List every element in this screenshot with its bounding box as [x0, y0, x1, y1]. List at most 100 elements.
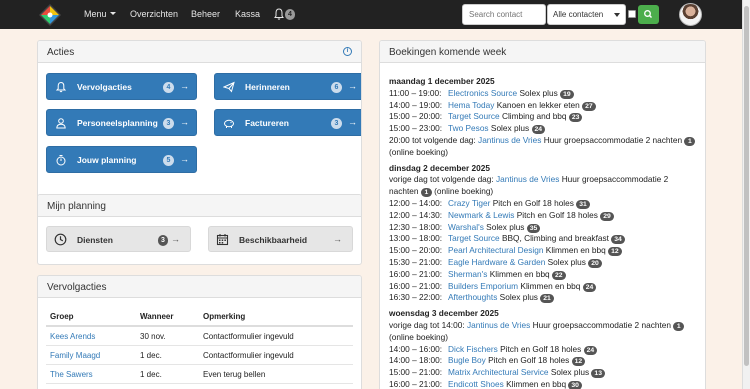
search-contact-input[interactable]: [462, 4, 546, 25]
booking-description: Solex plus: [499, 292, 538, 303]
caret-down-icon: [109, 12, 116, 15]
jouw-planning-count-badge: 5: [163, 155, 174, 166]
beschikbaarheid-button[interactable]: Beschikbaarheid →: [208, 226, 353, 252]
booking-group-link[interactable]: Endicott Shoes: [448, 379, 504, 389]
table-row: The Sawers 1 dec. Even terug bellen: [46, 364, 353, 384]
groep-link[interactable]: Family Maagd: [50, 351, 100, 360]
participant-count-badge: 12: [608, 247, 622, 257]
booking-row: 16:30 – 22:00: Afterthoughts Solex plus 2…: [389, 292, 699, 304]
contact-filter-select[interactable]: Alle contacten: [547, 4, 626, 25]
personeelsplanning-button[interactable]: Personeelsplanning 3 →: [46, 109, 197, 136]
nav-beheer[interactable]: Beheer: [191, 9, 220, 19]
booking-group-link[interactable]: Target Source: [448, 233, 500, 243]
booking-time: 12:00 – 14:30:: [389, 209, 443, 220]
notifications-count-badge: 4: [285, 9, 295, 20]
booking-time: 12:00 – 14:00:: [389, 197, 443, 208]
booking-row: 20:00 tot volgende dag: Jantinus de Vrie…: [389, 135, 699, 159]
booking-time: vorige dag tot 14:00:: [389, 319, 465, 330]
jouw-planning-label: Jouw planning: [77, 155, 137, 165]
mijn-planning-panel: Mijn planning Diensten 3 → Beschikbaarhe…: [37, 194, 362, 265]
diensten-count-badge: 3: [158, 235, 168, 246]
booking-group-link[interactable]: Hema Today: [448, 100, 494, 110]
booking-group-link[interactable]: Bugle Boy: [448, 355, 486, 365]
scrollbar-thumb[interactable]: [744, 6, 749, 366]
booking-row: 12:00 – 14:30: Newmark & Lewis Pitch en G…: [389, 210, 699, 222]
column-header-wanneer: Wanneer: [136, 306, 199, 327]
vervolgacties-button[interactable]: Vervolgacties 4 →: [46, 73, 197, 100]
booking-source-note: (online boeking): [434, 186, 494, 197]
booking-row: vorige dag tot 14:00: Jantinus de Vries …: [389, 320, 699, 344]
booking-group-link[interactable]: Eagle Hardware & Garden: [448, 257, 545, 267]
participant-count-badge: 13: [591, 369, 605, 379]
nav-menu-dropdown[interactable]: Menu: [84, 9, 116, 19]
bookings-title: Boekingen komende week: [389, 47, 507, 58]
groep-link[interactable]: Kees Arends: [50, 332, 95, 341]
info-icon[interactable]: i: [343, 47, 352, 56]
vervolgacties-panel: Vervolgacties Groep Wanneer Opmerking Ke…: [37, 275, 362, 389]
herinneren-button[interactable]: Herinneren 6 →: [214, 73, 361, 100]
booking-row: 16:00 – 21:00: Sherman's Klimmen en bbq 2…: [389, 269, 699, 281]
search-icon: [644, 10, 652, 18]
booking-group-link[interactable]: Warshal's: [448, 222, 484, 232]
booking-group-link[interactable]: Jantinus de Vries: [467, 320, 530, 330]
clock-icon: [54, 233, 67, 246]
booking-row: 15:00 – 23:00: Two Pesos Solex plus 24: [389, 123, 699, 135]
participant-count-badge: 27: [582, 101, 596, 111]
booking-group-link[interactable]: Jantinus de Vries: [478, 135, 541, 145]
search-button[interactable]: [638, 5, 659, 24]
groep-link[interactable]: The Sawers: [50, 370, 93, 379]
diensten-button[interactable]: Diensten 3 →: [46, 226, 191, 252]
user-icon: [56, 118, 66, 129]
booking-description: Solex plus: [550, 367, 590, 378]
participant-count-badge: 21: [540, 294, 554, 304]
filter-checkbox[interactable]: [628, 10, 636, 18]
page-scrollbar[interactable]: [742, 0, 750, 389]
participant-count-badge: 31: [576, 199, 590, 209]
booking-group-link[interactable]: Electronics Source: [448, 88, 517, 98]
booking-time: 15:30 – 21:00:: [389, 256, 443, 267]
notifications-bell-icon[interactable]: [274, 8, 284, 20]
booking-time: 15:00 – 20:00:: [389, 245, 443, 256]
stopwatch-icon: [56, 155, 66, 166]
select-caret-icon: [614, 13, 620, 17]
app-logo[interactable]: [38, 3, 62, 27]
booking-row: 11:00 – 19:00: Electronics Source Solex p…: [389, 88, 699, 100]
booking-description: Solex plus: [519, 87, 558, 98]
booking-time: 12:30 – 18:00:: [389, 221, 443, 232]
booking-description: Klimmen en bbq: [545, 245, 606, 256]
participant-count-badge: 29: [600, 211, 614, 221]
booking-group-link[interactable]: Sherman's: [448, 269, 487, 279]
booking-time: 15:00 – 23:00:: [389, 123, 443, 134]
booking-group-link[interactable]: Two Pesos: [448, 123, 489, 133]
booking-group-link[interactable]: Dick Fischers: [448, 344, 498, 354]
booking-time: 14:00 – 16:00:: [389, 343, 443, 354]
booking-description: Klimmen en bbq: [489, 268, 550, 279]
booking-group-link[interactable]: Afterthoughts: [448, 292, 497, 302]
booking-group-link[interactable]: Target Source: [448, 111, 500, 121]
booking-time: 14:00 – 18:00:: [389, 355, 443, 366]
booking-group-link[interactable]: Newmark & Lewis: [448, 210, 514, 220]
jouw-planning-button[interactable]: Jouw planning 5 →: [46, 146, 197, 173]
factureren-count-badge: 3: [331, 118, 342, 129]
booking-group-link[interactable]: Jantinus de Vries: [496, 174, 559, 184]
personeelsplanning-label: Personeelsplanning: [77, 118, 158, 128]
arrow-right-icon: →: [348, 117, 357, 127]
arrow-right-icon: →: [180, 81, 189, 91]
factureren-button[interactable]: Factureren 3 →: [214, 109, 361, 136]
bookings-list: maandag 1 december 2025 11:00 – 19:00: Ele…: [389, 76, 699, 389]
booking-group-link[interactable]: Matrix Architectural Service: [448, 367, 549, 377]
user-avatar[interactable]: [679, 3, 702, 26]
nav-kassa[interactable]: Kassa: [235, 9, 260, 19]
booking-row: 14:00 – 18:00: Bugle Boy Pitch en Golf 18…: [389, 355, 699, 367]
nav-overzichten[interactable]: Overzichten: [130, 9, 178, 19]
participant-count-badge: 30: [568, 380, 582, 389]
booking-time: 16:00 – 21:00:: [389, 378, 443, 389]
booking-group-link[interactable]: Pearl Architectural Design: [448, 245, 543, 255]
booking-group-link[interactable]: Crazy Tiger: [448, 198, 490, 208]
table-row: Family Maagd 1 dec. Contactformulier ing…: [46, 345, 353, 365]
vervolgacties-table: Groep Wanneer Opmerking Kees Arends 30 n…: [46, 306, 353, 384]
booking-group-link[interactable]: Builders Emporium: [448, 281, 518, 291]
booking-time: 15:00 – 21:00:: [389, 367, 443, 378]
personeelsplanning-count-badge: 3: [163, 118, 174, 129]
booking-description: Solex plus: [486, 221, 525, 232]
